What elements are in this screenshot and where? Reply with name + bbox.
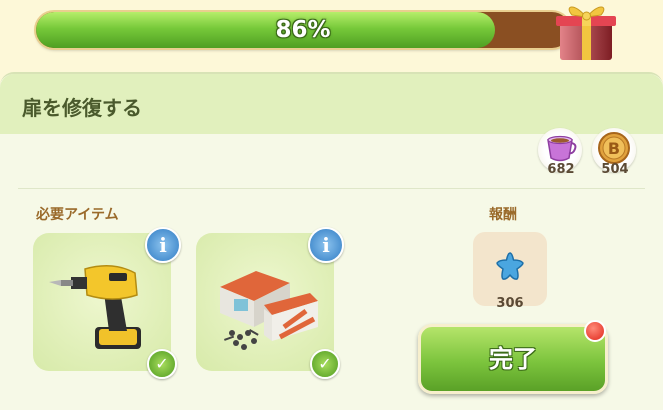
resource-cups: 682 xyxy=(538,128,584,177)
required-items-label: 必要アイテム xyxy=(36,207,119,223)
building-materials-icon xyxy=(220,271,318,350)
panel-title: 扉を修復する xyxy=(22,96,142,120)
gift-box-icon[interactable] xyxy=(554,0,618,62)
star-icon xyxy=(496,252,524,280)
info-button[interactable]: i xyxy=(308,227,344,263)
check-icon: ✓ xyxy=(147,349,177,379)
reward-count: 306 xyxy=(496,296,524,311)
progress-bar: 86% xyxy=(36,12,570,48)
divider xyxy=(18,188,645,189)
svg-text:B: B xyxy=(608,139,620,158)
item-card-materials[interactable]: i ✓ xyxy=(196,227,344,379)
check-icon: ✓ xyxy=(310,349,340,379)
info-button[interactable]: i xyxy=(145,227,181,263)
reward-label: 報酬 xyxy=(489,207,517,223)
resource-coins: B 504 xyxy=(592,128,638,177)
reward-card xyxy=(473,232,547,306)
drill-icon xyxy=(49,265,141,349)
notification-dot xyxy=(584,320,606,342)
coin-count: 504 xyxy=(601,162,629,177)
progress-label: 86% xyxy=(275,17,331,43)
complete-button[interactable]: 完了 xyxy=(418,324,608,394)
panel-header: 扉を修復する xyxy=(0,74,663,134)
item-card-drill[interactable]: i ✓ xyxy=(33,227,181,379)
cup-count: 682 xyxy=(547,162,575,177)
